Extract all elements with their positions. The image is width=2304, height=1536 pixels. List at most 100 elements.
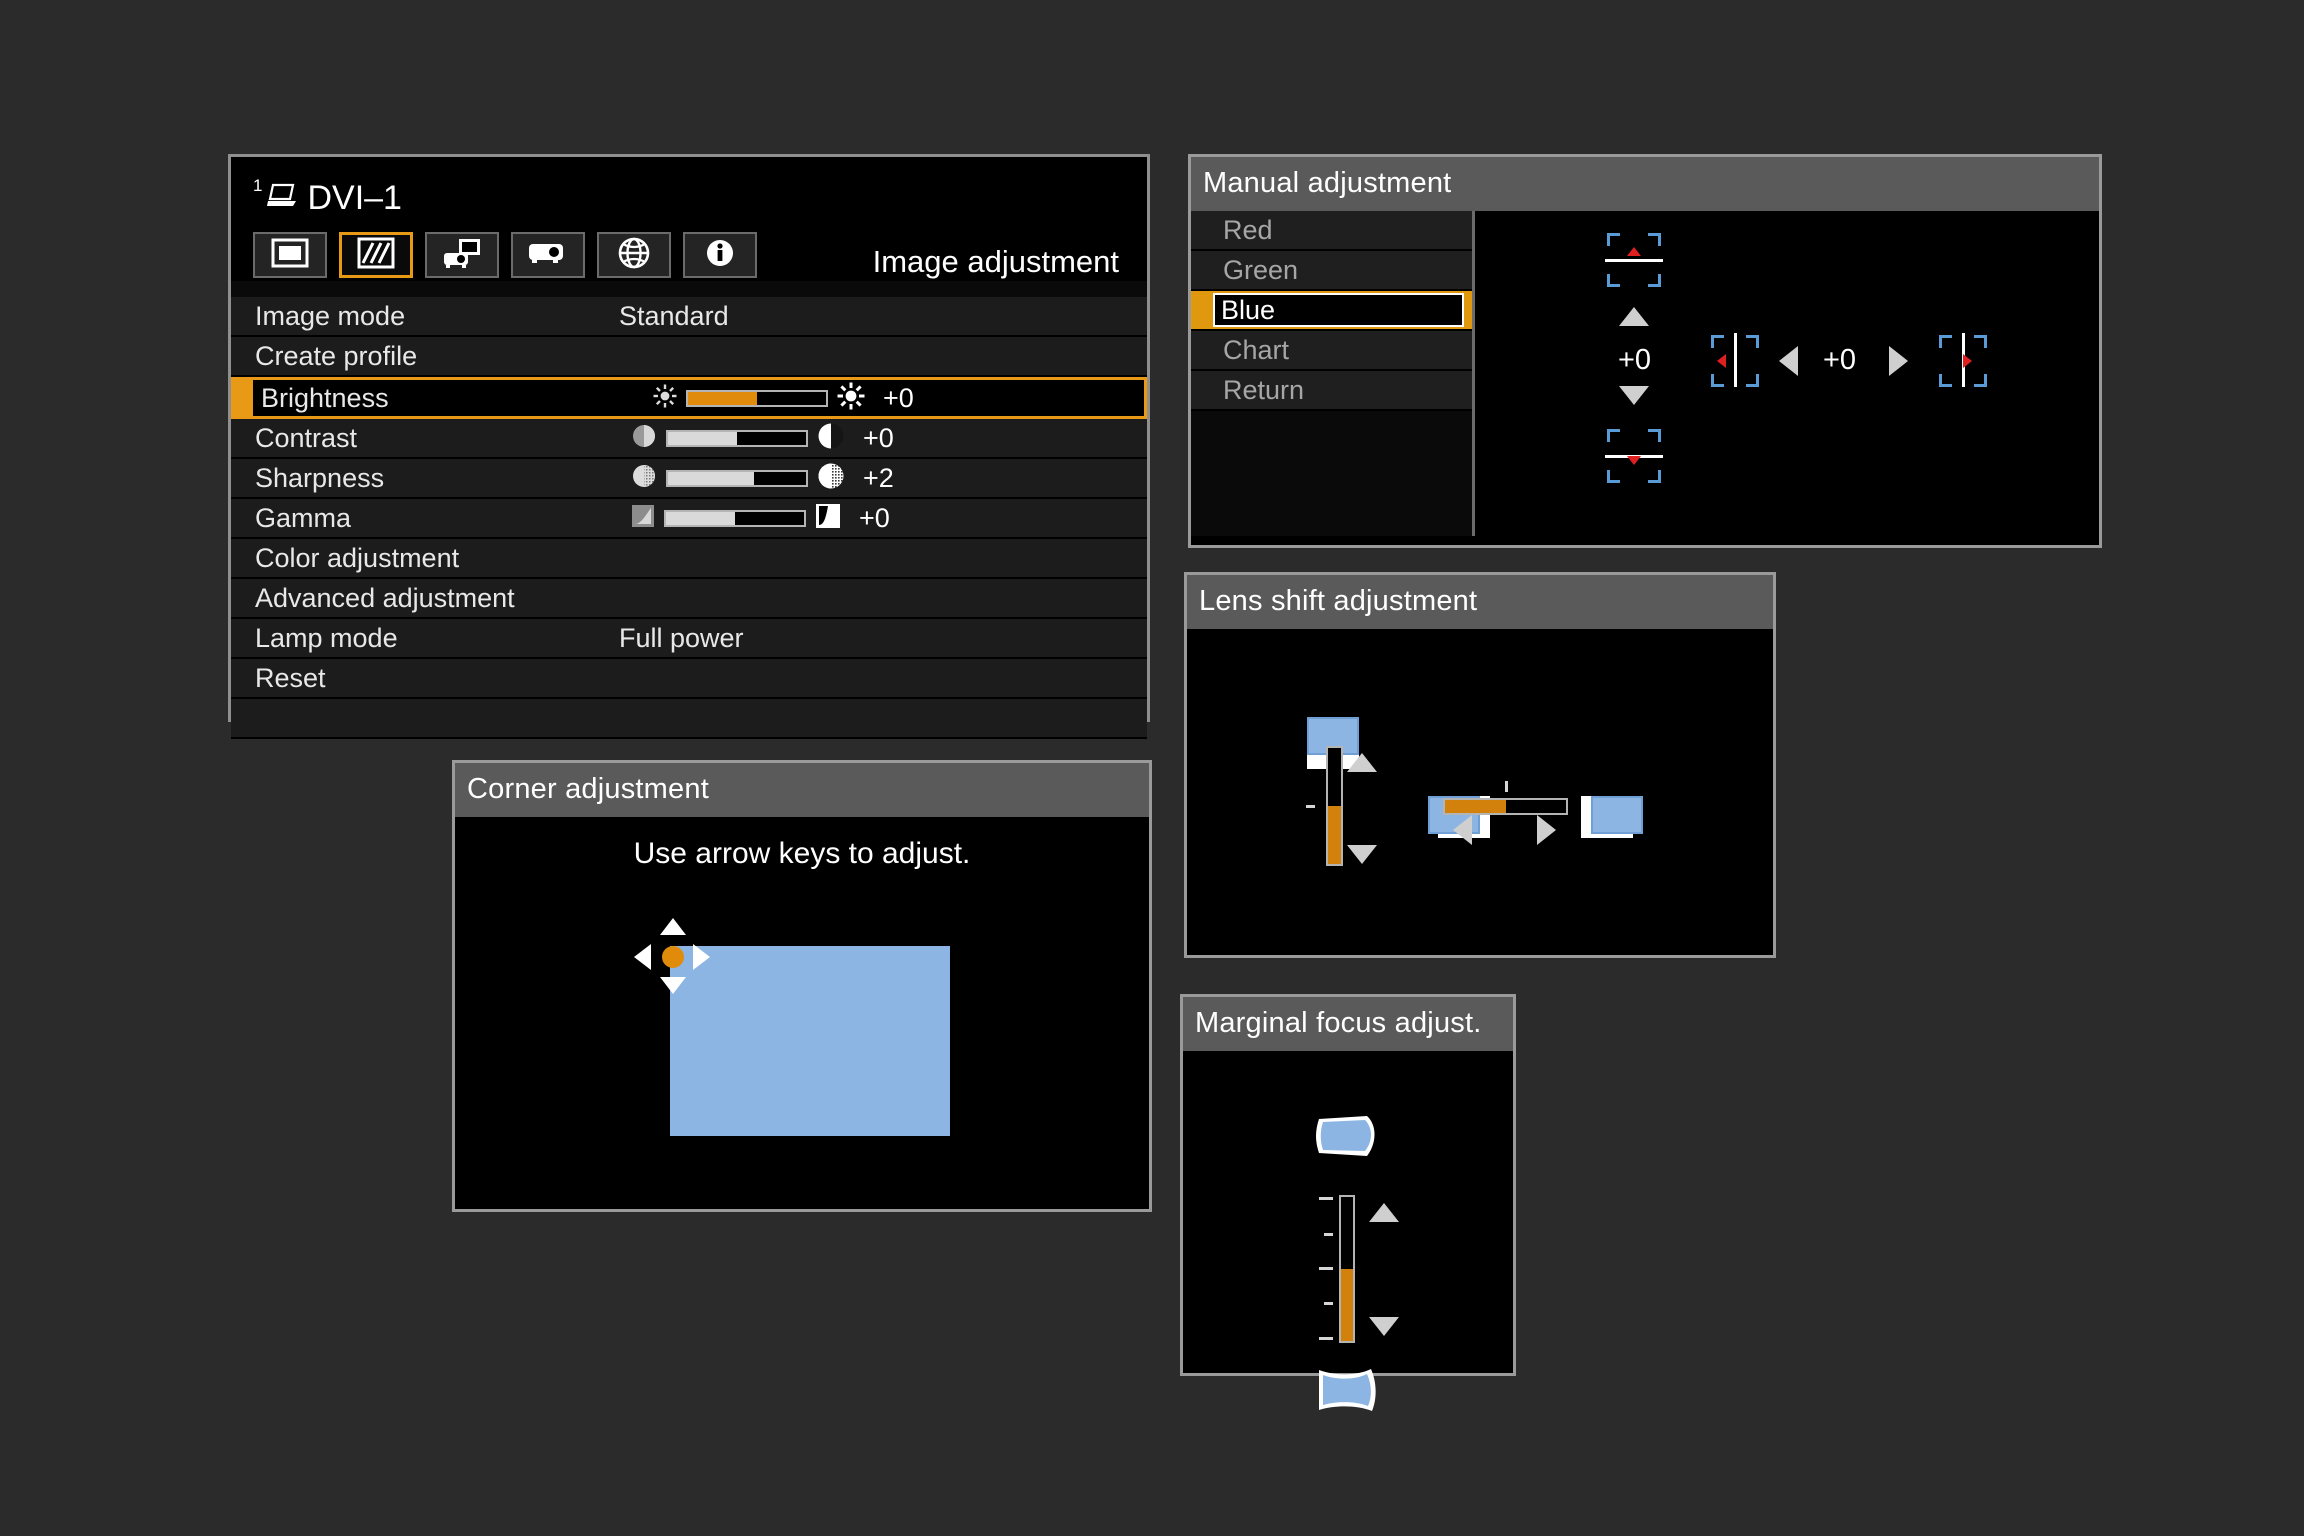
arrow-down-icon[interactable]: [660, 977, 686, 994]
manual-adjustment-body: Red Green Blue Chart Return +0 +0: [1191, 211, 2099, 536]
page-title: Image adjustment: [872, 244, 1119, 279]
corner-adjustment-body: Use arrow keys to adjust.: [455, 817, 1149, 1200]
projector-icon: [527, 240, 569, 271]
laptop-icon: [267, 181, 297, 215]
focus-curve-bottom-icon: [1315, 1367, 1385, 1413]
tab-image-adjustment[interactable]: [339, 232, 413, 278]
tab-display[interactable]: [253, 232, 327, 278]
corner-dpad[interactable]: [634, 918, 710, 994]
arrow-up-icon[interactable]: [1347, 753, 1377, 772]
gamma-high-icon: [815, 503, 841, 534]
ma-item-green[interactable]: Green: [1191, 251, 1472, 291]
network-icon: [618, 237, 650, 274]
marginal-focus-panel: Marginal focus adjust.: [1180, 994, 1516, 1411]
ma-item-chart[interactable]: Chart: [1191, 331, 1472, 371]
lens-shift-title: Lens shift adjustment: [1187, 575, 1773, 629]
sharpness-slider[interactable]: +2: [631, 462, 903, 495]
screen-icon: [271, 238, 309, 273]
vertical-center-tick: [1306, 805, 1315, 808]
marginal-focus-fill: [1341, 1269, 1353, 1341]
row-label: Contrast: [255, 422, 358, 453]
ma-item-selection-box: Blue: [1213, 293, 1464, 327]
row-label: Lamp mode: [255, 622, 398, 653]
arrow-down-icon[interactable]: [1347, 845, 1377, 864]
row-value: Standard: [619, 300, 729, 331]
slider-track[interactable]: [664, 509, 806, 527]
install-icon: [442, 237, 482, 274]
slider-fill: [688, 391, 757, 405]
corner-adjustment-panel: Corner adjustment Use arrow keys to adju…: [452, 760, 1152, 1212]
menu-row-create-profile[interactable]: Create profile: [231, 337, 1147, 377]
marginal-focus-track[interactable]: [1339, 1195, 1355, 1343]
arrow-right-icon[interactable]: [693, 944, 710, 970]
menu-row-color-adjustment[interactable]: Color adjustment: [231, 539, 1147, 579]
menu-row-lamp-mode[interactable]: Lamp mode Full power: [231, 619, 1147, 659]
menu-row-advanced-adjustment[interactable]: Advanced adjustment: [231, 579, 1147, 619]
tab-network[interactable]: [597, 232, 671, 278]
image-adjustment-menu: 1 DVI–1 Image adjustment Image mode Stan…: [228, 154, 1150, 739]
brightness-slider[interactable]: +0: [653, 382, 923, 415]
slider-track[interactable]: [666, 469, 808, 487]
gamma-slider[interactable]: +0: [631, 503, 899, 534]
marker-red-right-icon: [1963, 354, 1972, 368]
image-adjust-icon: [357, 237, 395, 274]
slider-value: +0: [883, 382, 914, 413]
menu-row-brightness[interactable]: Brightness +0: [231, 377, 1147, 419]
ma-item-label: Return: [1223, 374, 1305, 405]
arrow-up-icon[interactable]: [1369, 1203, 1399, 1222]
menu-row-contrast[interactable]: Contrast +0: [231, 419, 1147, 459]
source-label: DVI–1: [307, 179, 402, 217]
slider-fill: [666, 511, 735, 525]
row-label: Image mode: [255, 300, 406, 331]
lens-shift-horizontal-track[interactable]: [1443, 798, 1568, 815]
row-label: Color adjustment: [255, 542, 460, 573]
menu-row-gamma[interactable]: Gamma +0: [231, 499, 1147, 539]
focus-tick-5: [1319, 1337, 1333, 1340]
tab-projector-setup[interactable]: [511, 232, 585, 278]
slider-value: +0: [863, 422, 894, 453]
tab-bar: Image adjustment: [253, 229, 1125, 281]
menu-row-sharpness[interactable]: Sharpness +2: [231, 459, 1147, 499]
marker-red-down-icon: [1627, 456, 1641, 465]
ma-item-return[interactable]: Return: [1191, 371, 1472, 411]
contrast-low-icon: [631, 423, 657, 454]
contrast-slider[interactable]: +0: [631, 422, 903, 455]
arrow-down-icon[interactable]: [1369, 1317, 1399, 1336]
bracket-top-icon: [1605, 233, 1663, 287]
arrow-left-icon[interactable]: [634, 944, 651, 970]
tab-installation[interactable]: [425, 232, 499, 278]
arrow-up-icon[interactable]: [1619, 307, 1649, 326]
manual-adjustment-panel: Manual adjustment Red Green Blue Chart R…: [1188, 154, 2102, 548]
arrow-right-icon[interactable]: [1889, 346, 1908, 376]
arrow-up-icon[interactable]: [660, 918, 686, 935]
row-label: Sharpness: [255, 462, 385, 493]
row-label: Advanced adjustment: [255, 582, 515, 613]
row-label: Create profile: [255, 340, 418, 371]
menu-row-reset[interactable]: Reset: [231, 659, 1147, 699]
contrast-high-icon: [817, 422, 845, 455]
marker-red-left-icon: [1717, 354, 1726, 368]
ma-item-blue[interactable]: Blue: [1191, 291, 1472, 331]
slider-track[interactable]: [666, 429, 808, 447]
lens-shift-vertical-track[interactable]: [1326, 746, 1343, 866]
manual-adjustment-canvas: +0 +0: [1475, 211, 2099, 536]
row-label: Gamma: [255, 502, 352, 533]
focus-tick-1: [1319, 1197, 1333, 1200]
arrow-left-icon[interactable]: [1453, 815, 1472, 845]
ma-item-red[interactable]: Red: [1191, 211, 1472, 251]
horizontal-center-tick: [1505, 781, 1508, 792]
projected-image-preview: [670, 946, 950, 1136]
menu-row-image-mode[interactable]: Image mode Standard: [231, 297, 1147, 337]
arrow-down-icon[interactable]: [1619, 386, 1649, 405]
arrow-right-icon[interactable]: [1537, 815, 1556, 845]
gamma-low-icon: [631, 504, 655, 533]
menu-row-blank: [231, 699, 1147, 739]
tab-information[interactable]: [683, 232, 757, 278]
manual-adjustment-list: Red Green Blue Chart Return: [1191, 211, 1475, 536]
menu-header: 1 DVI–1 Image adjustment: [231, 157, 1147, 281]
slider-track[interactable]: [686, 389, 828, 407]
row-label: Reset: [255, 662, 326, 693]
corner-handle[interactable]: [662, 946, 684, 968]
lens-shift-horizontal-fill: [1445, 800, 1506, 813]
arrow-left-icon[interactable]: [1779, 346, 1798, 376]
